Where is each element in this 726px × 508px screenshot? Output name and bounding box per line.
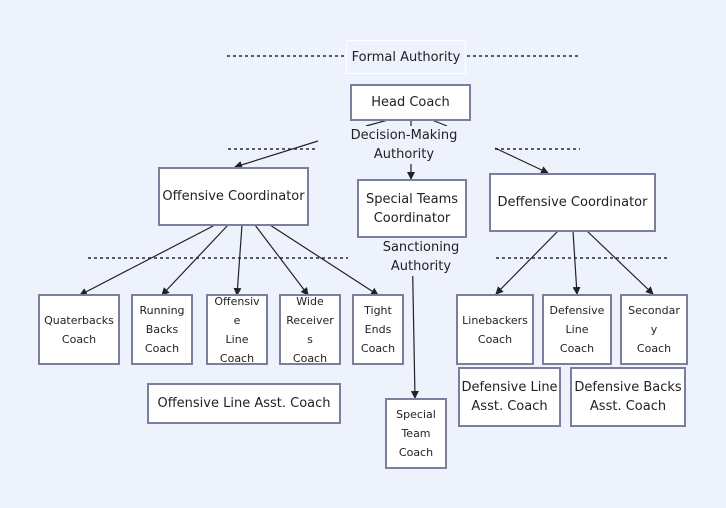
node-text-line: Coach [477, 332, 513, 346]
special-team-coach-node[interactable]: Special Team Coach [385, 398, 447, 469]
special-teams-coordinator-node[interactable]: Special Teams Coordinator [357, 179, 467, 238]
connector-layer [79, 55, 668, 399]
node-text-line: Coach [292, 351, 328, 365]
offensive-line-asst-coach-node[interactable]: Offensive Line Asst. Coach [147, 383, 341, 424]
head-coach-node[interactable]: Head Coach [350, 84, 471, 121]
node-text-line: Backs [145, 323, 179, 336]
node-text-line: Line [565, 323, 589, 336]
node-text-line: s [307, 332, 313, 346]
node-text-line: Asst. Coach [589, 399, 667, 414]
offensive-coordinator-node[interactable]: Offensive Coordinator [158, 167, 309, 226]
decision-making-authority-label: Decision-Making Authority [345, 126, 463, 164]
node-text-line: Coach [144, 342, 180, 355]
node-text-line: Coordinator [373, 210, 451, 226]
node-text-line: Coach [398, 446, 434, 459]
defensive-line-asst-coach-node[interactable]: Defensive Line Asst. Coach [458, 367, 561, 427]
node-text-line: Line [225, 332, 249, 346]
node-text-line: Defensive Line [461, 380, 558, 395]
node-text-line: Formal Authority [351, 49, 461, 65]
defensive-line-coach-node[interactable]: Defensive Line Coach [542, 294, 612, 365]
node-text-line: Head Coach [371, 95, 450, 110]
defensive-backs-asst-coach-node[interactable]: Defensive Backs Asst. Coach [570, 367, 686, 427]
node-text-line: Offensive Coordinator [162, 189, 305, 204]
secondary-coach-node[interactable]: Secondar y Coach [620, 294, 688, 365]
defensive-coordinator-node[interactable]: Deffensive Coordinator [489, 173, 656, 232]
node-text-line: Special [396, 408, 436, 421]
node-text-line: Quaterbacks [44, 313, 114, 327]
node-text-line: Coach [559, 342, 595, 355]
node-text-line: Authority [373, 147, 435, 162]
node-text-line: Asst. Coach [471, 399, 548, 414]
node-text-line: Sanctioning [382, 240, 460, 255]
node-text-line: Special Teams [365, 191, 459, 207]
node-text-line: Defensive [549, 304, 605, 317]
formal-authority-label: Formal Authority [346, 40, 466, 74]
quarterbacks-coach-node[interactable]: Quaterbacks Coach [38, 294, 120, 365]
node-text-line: Defensive Backs [574, 380, 682, 395]
node-text-line: Receiver [286, 313, 334, 327]
link-oc-wr [254, 224, 309, 296]
wide-receivers-coach-node[interactable]: Wide Receiver s Coach [279, 294, 341, 365]
node-text-line: Tight [364, 304, 392, 317]
node-text-line: Offensiv [214, 294, 260, 308]
link-oc-ol [233, 224, 243, 296]
node-text-line: Coach [636, 342, 672, 355]
node-text-line: Running [139, 304, 185, 317]
node-text-line: Team [401, 427, 431, 440]
node-text-line: Ends [364, 323, 392, 336]
node-text-line: Authority [390, 259, 452, 274]
node-text-line: Coach [61, 332, 97, 346]
node-text-line: Decision-Making [350, 128, 458, 143]
link-dc-lb [495, 230, 559, 295]
node-text-line: Secondar [628, 304, 680, 317]
node-text-line: Wide [296, 294, 324, 308]
node-text-line: e [233, 313, 241, 327]
offensive-line-coach-node[interactable]: Offensiv e Line Coach [206, 294, 268, 365]
link-hc-oc [234, 140, 319, 169]
node-text-line: Linebackers [462, 313, 528, 327]
node-text-line: Coach [219, 351, 255, 365]
node-text-line: Deffensive Coordinator [497, 195, 648, 210]
link-hc-dc [494, 147, 549, 174]
node-text-line: y [650, 323, 658, 336]
link-dc-sec [586, 230, 654, 295]
node-text-line: Offensive Line Asst. Coach [157, 396, 331, 411]
sanctioning-authority-label: Sanctioning Authority [375, 238, 467, 276]
running-backs-coach-node[interactable]: Running Backs Coach [131, 294, 193, 365]
link-dc-dl [572, 230, 581, 295]
linebackers-coach-node[interactable]: Linebackers Coach [456, 294, 534, 365]
node-text-line: Coach [360, 342, 396, 355]
tight-ends-coach-node[interactable]: Tight Ends Coach [352, 294, 404, 365]
